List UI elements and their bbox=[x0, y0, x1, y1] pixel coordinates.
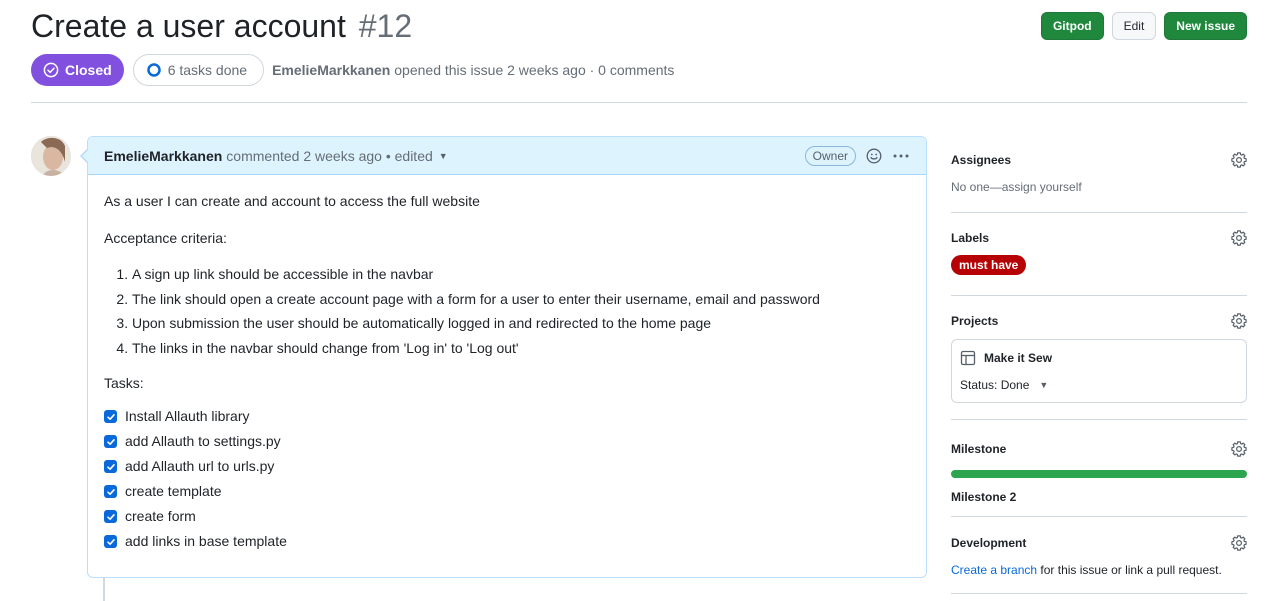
task-item: create template bbox=[104, 482, 910, 501]
task-label: Install Allauth library bbox=[125, 407, 250, 424]
development-text: Create a branch for this issue or link a… bbox=[951, 563, 1247, 577]
issue-comment: EmelieMarkkanen commented 2 weeks ago • … bbox=[80, 136, 927, 578]
projects-header[interactable]: Projects bbox=[951, 313, 1247, 329]
task-checkbox[interactable] bbox=[104, 460, 117, 474]
tasks-heading: Tasks: bbox=[104, 374, 144, 391]
owner-badge: Owner bbox=[804, 145, 856, 166]
project-status-value: Status: Done bbox=[960, 378, 1030, 392]
labels-heading: Labels bbox=[951, 231, 990, 245]
task-list: Install Allauth library add Allauth to s… bbox=[104, 407, 910, 551]
issue-header: Create a user account #12 Gitpod Edit Ne… bbox=[31, 8, 1247, 48]
projects-heading: Projects bbox=[951, 314, 999, 328]
gitpod-button[interactable]: Gitpod bbox=[1040, 12, 1104, 40]
assignees-section: Assignees No one—assign yourself bbox=[951, 136, 1247, 213]
kebab-menu-icon[interactable] bbox=[892, 148, 910, 164]
gear-icon[interactable] bbox=[1231, 441, 1247, 457]
gear-icon[interactable] bbox=[1231, 535, 1247, 551]
gear-icon[interactable] bbox=[1231, 152, 1247, 168]
task-progress-ring-icon bbox=[146, 62, 162, 78]
list-item: Upon submission the user should be autom… bbox=[132, 314, 910, 334]
list-item: A sign up link should be accessible in t… bbox=[132, 265, 910, 285]
milestone-progress-bar bbox=[951, 470, 1247, 478]
task-checkbox[interactable] bbox=[104, 535, 117, 549]
issue-opened-info: EmelieMarkkanen opened this issue 2 week… bbox=[272, 62, 674, 78]
issue-sidebar: Assignees No one—assign yourself Labels … bbox=[951, 136, 1247, 594]
gear-icon[interactable] bbox=[1231, 313, 1247, 329]
task-item: create form bbox=[104, 507, 910, 526]
project-card: Make it Sew Status: Done ▼ bbox=[951, 339, 1247, 403]
task-checkbox[interactable] bbox=[104, 510, 117, 524]
comment-header: EmelieMarkkanen commented 2 weeks ago • … bbox=[88, 137, 926, 175]
task-label: add Allauth to settings.py bbox=[125, 432, 281, 449]
timeline-line bbox=[103, 577, 105, 601]
issue-title: Create a user account #12 bbox=[31, 8, 412, 45]
task-checkbox[interactable] bbox=[104, 435, 117, 449]
task-label: create template bbox=[125, 482, 222, 499]
milestone-section: Milestone Milestone 2 bbox=[951, 420, 1247, 517]
task-item: add links in base template bbox=[104, 532, 910, 551]
labels-section: Labels must have bbox=[951, 213, 1247, 296]
list-item: The links in the navbar should change fr… bbox=[132, 339, 910, 359]
task-label: add links in base template bbox=[125, 532, 287, 549]
issue-author-link[interactable]: EmelieMarkkanen bbox=[272, 62, 390, 78]
acceptance-criteria-list: A sign up link should be accessible in t… bbox=[132, 265, 910, 358]
task-item: add Allauth to settings.py bbox=[104, 432, 910, 451]
task-item: add Allauth url to urls.py bbox=[104, 457, 910, 476]
milestone-progress-fill bbox=[951, 470, 1247, 478]
new-issue-button[interactable]: New issue bbox=[1164, 12, 1247, 40]
milestone-header[interactable]: Milestone bbox=[951, 441, 1247, 457]
milestone-heading: Milestone bbox=[951, 442, 1007, 456]
task-label: create form bbox=[125, 507, 196, 524]
assignees-value[interactable]: No one—assign yourself bbox=[951, 180, 1247, 194]
task-checkbox[interactable] bbox=[104, 485, 117, 499]
project-name: Make it Sew bbox=[984, 351, 1053, 365]
development-heading: Development bbox=[951, 536, 1027, 550]
gear-icon[interactable] bbox=[1231, 230, 1247, 246]
comment-author-link[interactable]: EmelieMarkkanen bbox=[104, 148, 222, 164]
acceptance-criteria-heading: Acceptance criteria: bbox=[104, 229, 227, 246]
chevron-down-icon[interactable]: ▼ bbox=[439, 151, 448, 161]
avatar[interactable] bbox=[31, 136, 71, 176]
labels-header[interactable]: Labels bbox=[951, 230, 1247, 246]
task-label: add Allauth url to urls.py bbox=[125, 457, 275, 474]
development-header[interactable]: Development bbox=[951, 535, 1247, 551]
header-actions: Gitpod Edit New issue bbox=[1040, 12, 1247, 40]
task-checkbox[interactable] bbox=[104, 410, 117, 424]
project-link[interactable]: Make it Sew bbox=[960, 350, 1238, 366]
issue-title-text: Create a user account bbox=[31, 8, 346, 44]
tasks-summary: 6 tasks done bbox=[167, 62, 248, 78]
label-must-have[interactable]: must have bbox=[951, 255, 1027, 275]
project-status-dropdown[interactable]: Status: Done ▼ bbox=[960, 378, 1238, 392]
milestone-name[interactable]: Milestone 2 bbox=[951, 490, 1247, 504]
comment-body: As a user I can create and account to ac… bbox=[88, 175, 926, 551]
caret-down-icon: ▼ bbox=[1039, 380, 1049, 390]
assignees-header[interactable]: Assignees bbox=[951, 152, 1247, 168]
issue-meta: Closed 6 tasks done EmelieMarkkanen open… bbox=[31, 54, 674, 86]
projects-section: Projects Make it Sew Status: Done ▼ bbox=[951, 296, 1247, 420]
create-branch-link[interactable]: Create a branch bbox=[951, 563, 1037, 577]
smiley-reaction-icon[interactable] bbox=[866, 148, 882, 164]
development-rest-text: for this issue or link a pull request. bbox=[1037, 563, 1222, 577]
task-item: Install Allauth library bbox=[104, 407, 910, 426]
assignees-heading: Assignees bbox=[951, 153, 1012, 167]
table-icon bbox=[960, 350, 976, 366]
status-badge: Closed bbox=[31, 54, 124, 86]
closed-check-circle-icon bbox=[43, 62, 59, 78]
comment-meta[interactable]: commented 2 weeks ago • edited bbox=[226, 148, 432, 164]
header-divider bbox=[31, 102, 1247, 103]
labels-list: must have bbox=[951, 255, 1247, 275]
development-section: Development Create a branch for this iss… bbox=[951, 517, 1247, 594]
edit-button[interactable]: Edit bbox=[1111, 12, 1157, 40]
status-badge-label: Closed bbox=[65, 62, 112, 78]
issue-number: #12 bbox=[358, 8, 413, 44]
tasks-progress-pill[interactable]: 6 tasks done bbox=[132, 54, 265, 86]
comment-header-actions: Owner bbox=[804, 145, 910, 166]
list-item: The link should open a create account pa… bbox=[132, 290, 910, 310]
issue-opened-text: opened this issue 2 weeks ago · 0 commen… bbox=[394, 62, 675, 78]
comment-intro: As a user I can create and account to ac… bbox=[104, 193, 480, 209]
